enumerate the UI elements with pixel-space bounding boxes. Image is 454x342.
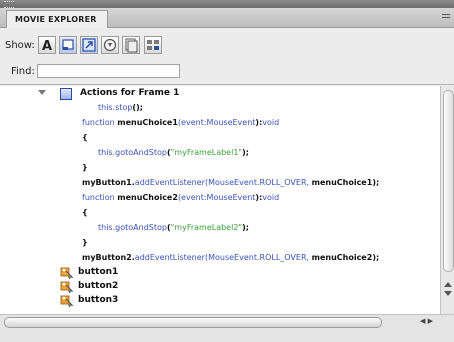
customize-filter-icon[interactable]: [144, 36, 162, 54]
code-line[interactable]: myButton2.addEventListener(MouseEvent.RO…: [82, 253, 379, 263]
tree-node-label: button1: [78, 267, 119, 277]
tab-bar: MOVIE EXPLORER: [0, 8, 454, 28]
code-token: this.gotoAndStop: [98, 148, 167, 157]
code-token: menuChoice2: [117, 193, 178, 202]
tree-node-label: Actions for Frame 1: [80, 88, 180, 98]
drag-grip-icon[interactable]: [4, 1, 14, 8]
button-symbol-icon: [60, 267, 74, 279]
find-input[interactable]: [37, 64, 180, 78]
scroll-up-arrow-icon[interactable]: [444, 282, 452, 287]
code-line[interactable]: this.stop();: [98, 103, 143, 113]
find-row: Find:: [0, 60, 454, 85]
code-token: (event:MouseEvent: [177, 193, 256, 202]
horizontal-scroll-thumb[interactable]: [4, 317, 382, 328]
code-token: }: [82, 238, 88, 247]
code-token: function: [82, 118, 118, 127]
code-token: addEventListener: [134, 253, 205, 262]
code-line[interactable]: }: [82, 163, 88, 173]
buttons-movieclips-filter-icon[interactable]: [59, 36, 77, 54]
code-token: addEventListener: [134, 178, 205, 187]
actionscript-filter-icon[interactable]: [80, 36, 98, 54]
svg-text:A: A: [42, 39, 52, 53]
movie-explorer-tree: Actions for Frame 1 this.stop(); function…: [0, 86, 440, 314]
code-token: (event:MouseEvent: [177, 118, 256, 127]
code-token: {: [82, 133, 88, 142]
code-token: }: [82, 163, 88, 172]
code-line[interactable]: function menuChoice2(event:MouseEvent):v…: [82, 193, 279, 203]
panel-title-bar[interactable]: [0, 0, 454, 8]
find-label: Find:: [11, 66, 35, 77]
tree-node-label: button3: [78, 295, 119, 305]
code-line[interactable]: }: [82, 238, 88, 248]
panel-menu-icon[interactable]: [442, 14, 450, 22]
tree-node-actions-frame[interactable]: Actions for Frame 1: [0, 88, 440, 100]
code-line[interactable]: function menuChoice1(event:MouseEvent):v…: [82, 118, 279, 128]
code-line[interactable]: this.gotoAndStop("myFrameLabel1");: [98, 148, 249, 158]
tree-node-button2[interactable]: button2: [0, 280, 440, 293]
scroll-down-arrow-icon[interactable]: [444, 291, 452, 296]
actionscript-frame-icon: [60, 88, 72, 100]
code-token: "myFrameLabel2": [170, 223, 243, 232]
tree-node-label: button2: [78, 281, 119, 291]
code-token: void: [262, 118, 280, 127]
code-token: this.gotoAndStop: [98, 223, 167, 232]
code-token: );: [242, 223, 249, 232]
code-line[interactable]: {: [82, 208, 88, 218]
movie-explorer-panel: MOVIE EXPLORER Show: A Find: Actions for…: [0, 0, 454, 342]
code-token: );: [372, 178, 380, 187]
button-symbol-icon: [60, 281, 74, 293]
vertical-scrollbar[interactable]: [440, 86, 454, 314]
code-token: menuChoice1: [117, 118, 178, 127]
code-token: );: [242, 148, 249, 157]
code-line[interactable]: this.gotoAndStop("myFrameLabel2");: [98, 223, 249, 233]
code-token: menuChoice1: [311, 178, 373, 187]
vertical-scroll-thumb[interactable]: [443, 90, 454, 272]
show-filter-row: Show: A: [0, 28, 454, 60]
scroll-left-right-arrows-icon[interactable]: ◀ ▶: [420, 317, 433, 325]
tree-node-button1[interactable]: button1: [0, 266, 440, 279]
expand-collapse-icon[interactable]: [38, 90, 46, 95]
text-filter-icon[interactable]: A: [38, 36, 56, 54]
code-token: void: [262, 193, 280, 202]
tab-movie-explorer[interactable]: MOVIE EXPLORER: [6, 10, 108, 28]
show-label: Show:: [5, 40, 35, 51]
code-token: menuChoice2: [311, 253, 373, 262]
code-token: );: [372, 253, 380, 262]
code-token: function: [82, 193, 118, 202]
horizontal-scrollbar[interactable]: ◀ ▶: [0, 314, 454, 342]
code-token: ();: [132, 103, 143, 112]
code-token: "myFrameLabel1": [170, 148, 243, 157]
code-token: {: [82, 208, 88, 217]
code-token: (MouseEvent.ROLL_OVER,: [204, 178, 312, 187]
code-token: (MouseEvent.ROLL_OVER,: [204, 253, 312, 262]
tree-node-button3[interactable]: button3: [0, 294, 440, 307]
code-token: this.stop: [98, 103, 133, 112]
button-symbol-icon: [60, 295, 74, 307]
code-line[interactable]: {: [82, 133, 88, 143]
video-sound-bitmap-filter-icon[interactable]: [101, 36, 119, 54]
code-token: myButton2.: [82, 253, 135, 262]
frames-layers-filter-icon[interactable]: [122, 36, 140, 54]
code-line[interactable]: myButton1.addEventListener(MouseEvent.RO…: [82, 178, 379, 188]
code-token: myButton1.: [82, 178, 135, 187]
